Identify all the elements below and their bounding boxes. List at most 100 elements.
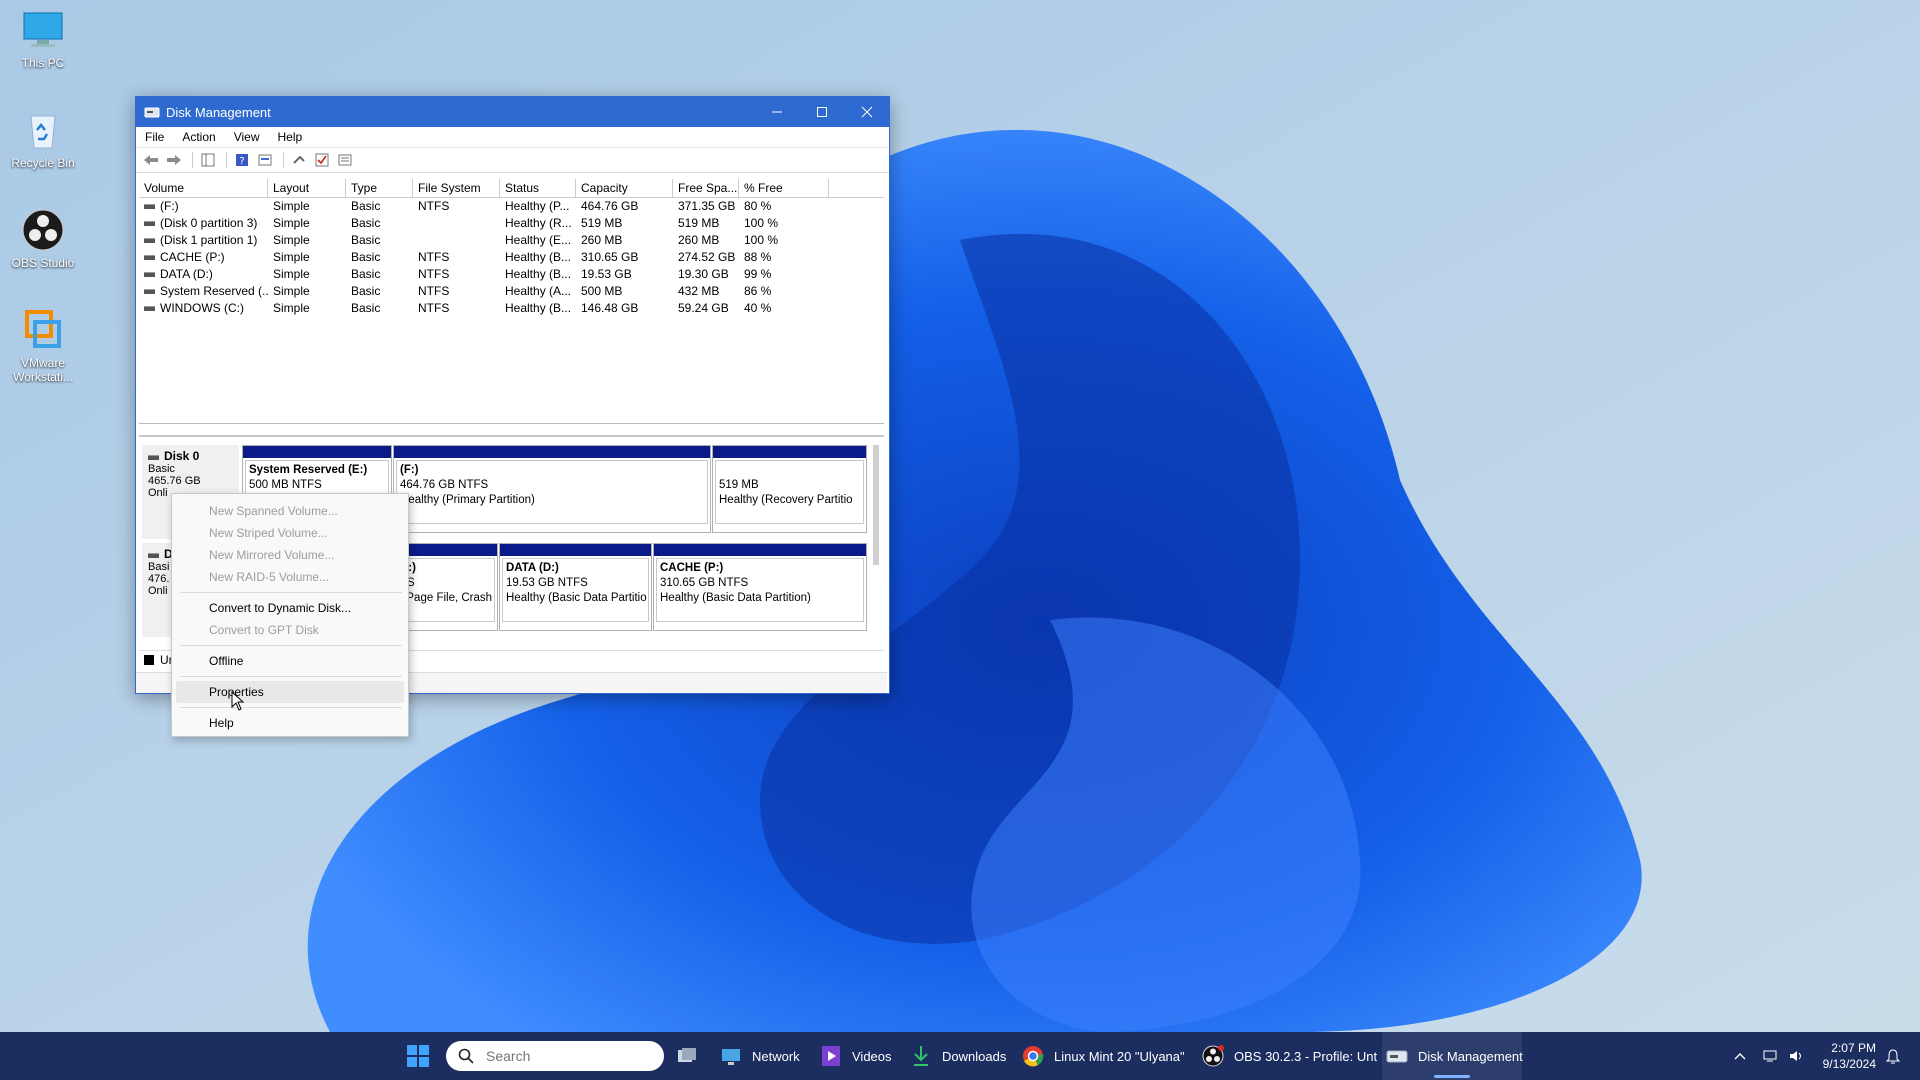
table-row[interactable]: WINDOWS (C:) Simple Basic NTFS Healthy (…	[139, 300, 884, 317]
search-icon	[458, 1048, 474, 1064]
desktop-icon-recycle-bin[interactable]: Recycle Bin	[8, 108, 78, 170]
column-header-layout[interactable]: Layout	[268, 179, 346, 197]
forward-arrow-icon	[167, 155, 181, 165]
volume-icon	[144, 289, 155, 295]
clock[interactable]: 2:07 PM 9/13/2024	[1823, 1040, 1876, 1072]
menu-item-properties[interactable]: Properties	[176, 681, 404, 703]
menu-action[interactable]: Action	[182, 130, 215, 144]
taskbar-app-downloads[interactable]: Downloads	[910, 1032, 1006, 1080]
disk-context-menu: New Spanned Volume... New Striped Volume…	[171, 493, 409, 737]
menu-item-help[interactable]: Help	[172, 712, 408, 734]
disk-management-icon	[1386, 1045, 1408, 1067]
table-row[interactable]: (Disk 0 partition 3) Simple Basic Health…	[139, 215, 884, 232]
network-folder-icon	[720, 1045, 742, 1067]
volume-icon	[144, 255, 155, 261]
table-row[interactable]: CACHE (P:) Simple Basic NTFS Healthy (B.…	[139, 249, 884, 266]
disk-icon	[148, 454, 159, 460]
table-row[interactable]: (F:) Simple Basic NTFS Healthy (P... 464…	[139, 198, 884, 215]
volume-tray-button[interactable]	[1786, 1032, 1808, 1080]
network-tray-button[interactable]	[1760, 1032, 1782, 1080]
list-view-button[interactable]	[335, 150, 355, 170]
column-header-percent-free[interactable]: % Free	[739, 179, 829, 197]
taskbar-app-network[interactable]: Network	[720, 1032, 800, 1080]
show-hide-console-tree-button[interactable]	[198, 150, 218, 170]
vmware-icon	[21, 308, 65, 352]
maximize-icon	[816, 107, 827, 117]
disk-management-icon	[144, 104, 160, 120]
download-arrow-icon	[910, 1045, 932, 1067]
desktop-icon-this-pc[interactable]: This PC	[8, 8, 78, 70]
volume-icon	[144, 221, 155, 227]
disk-view-scrollbar[interactable]	[873, 445, 879, 565]
table-row[interactable]: (Disk 1 partition 1) Simple Basic Health…	[139, 232, 884, 249]
partition-data-d[interactable]: DATA (D:) 19.53 GB NTFS Healthy (Basic Dat…	[499, 543, 652, 631]
disk-icon	[148, 552, 159, 558]
list-icon	[338, 154, 352, 166]
menu-item-new-striped-volume[interactable]: New Striped Volume...	[172, 522, 408, 544]
videos-folder-icon	[820, 1045, 842, 1067]
menu-item-convert-to-gpt-disk[interactable]: Convert to GPT Disk	[172, 619, 408, 641]
minimize-button[interactable]	[754, 97, 799, 127]
start-button[interactable]	[406, 1032, 430, 1080]
show-hidden-icons-button[interactable]	[1730, 1032, 1750, 1080]
taskbar-task-view[interactable]	[676, 1032, 708, 1080]
column-header-capacity[interactable]: Capacity	[576, 179, 673, 197]
taskbar: Network Videos Downloads Linux Mint 20 "…	[0, 1032, 1920, 1080]
desktop-icon-obs-studio[interactable]: OBS Studio	[8, 208, 78, 270]
back-arrow-icon	[144, 155, 158, 165]
menu-item-offline[interactable]: Offline	[172, 650, 408, 672]
rescan-button[interactable]	[289, 150, 309, 170]
menu-item-new-spanned-volume[interactable]: New Spanned Volume...	[172, 500, 408, 522]
close-button[interactable]	[844, 97, 889, 127]
volume-icon	[144, 204, 155, 210]
taskbar-app-obs[interactable]: OBS 30.2.3 - Profile: Unt	[1202, 1032, 1377, 1080]
properties-view-button[interactable]	[255, 150, 275, 170]
unallocated-swatch	[144, 654, 154, 665]
window-title: Disk Management	[166, 104, 271, 120]
column-header-free-space[interactable]: Free Spa...	[673, 179, 739, 197]
menu-item-new-mirrored-volume[interactable]: New Mirrored Volume...	[172, 544, 408, 566]
close-icon	[861, 106, 872, 118]
column-header-volume[interactable]: Volume	[139, 179, 268, 197]
rescan-icon	[293, 155, 305, 164]
chrome-icon	[1022, 1045, 1044, 1067]
notifications-button[interactable]	[1882, 1032, 1904, 1080]
title-bar[interactable]: Disk Management	[136, 97, 889, 127]
desktop-icon-vmware[interactable]: VMware Workstati...	[8, 308, 78, 384]
volume-icon	[144, 272, 155, 278]
menu-bar: File Action View Help	[136, 127, 889, 148]
active-app-indicator	[1434, 1075, 1470, 1078]
taskbar-search[interactable]	[446, 1041, 664, 1071]
taskbar-app-chrome[interactable]: Linux Mint 20 "Ulyana"	[1022, 1032, 1185, 1080]
properties-icon	[258, 154, 272, 166]
help-button[interactable]: ?	[232, 150, 252, 170]
partition-cache-p[interactable]: CACHE (P:) 310.65 GB NTFS Healthy (Basic D…	[653, 543, 867, 631]
toolbar: ?	[136, 148, 889, 173]
menu-item-convert-to-dynamic-disk[interactable]: Convert to Dynamic Disk...	[172, 597, 408, 619]
menu-help[interactable]: Help	[278, 130, 303, 144]
taskbar-app-disk-management[interactable]: Disk Management	[1382, 1032, 1523, 1080]
volume-list: Volume Layout Type File System Status Ca…	[139, 179, 884, 424]
column-header-status[interactable]: Status	[500, 179, 576, 197]
back-button[interactable]	[141, 150, 161, 170]
partition-f[interactable]: (F:) 464.76 GB NTFS Healthy (Primary Parti…	[393, 445, 711, 533]
partition-recovery[interactable]: 519 MB Healthy (Recovery Partitio	[712, 445, 867, 533]
table-row[interactable]: DATA (D:) Simple Basic NTFS Healthy (B..…	[139, 266, 884, 283]
taskbar-app-videos[interactable]: Videos	[820, 1032, 892, 1080]
check-button[interactable]	[312, 150, 332, 170]
menu-item-new-raid5-volume[interactable]: New RAID-5 Volume...	[172, 566, 408, 588]
menu-view[interactable]: View	[234, 130, 260, 144]
column-header-file-system[interactable]: File System	[413, 179, 500, 197]
volume-list-header: Volume Layout Type File System Status Ca…	[139, 179, 884, 198]
search-input[interactable]	[484, 1047, 648, 1065]
menu-file[interactable]: File	[145, 130, 164, 144]
obs-icon	[1202, 1045, 1224, 1067]
forward-button[interactable]	[164, 150, 184, 170]
monitor-icon	[21, 8, 65, 52]
table-row[interactable]: System Reserved (... Simple Basic NTFS H…	[139, 283, 884, 300]
windows-logo-icon	[407, 1045, 429, 1067]
menu-separator	[180, 592, 402, 593]
column-header-type[interactable]: Type	[346, 179, 413, 197]
maximize-button[interactable]	[799, 97, 844, 127]
menu-separator	[180, 645, 402, 646]
